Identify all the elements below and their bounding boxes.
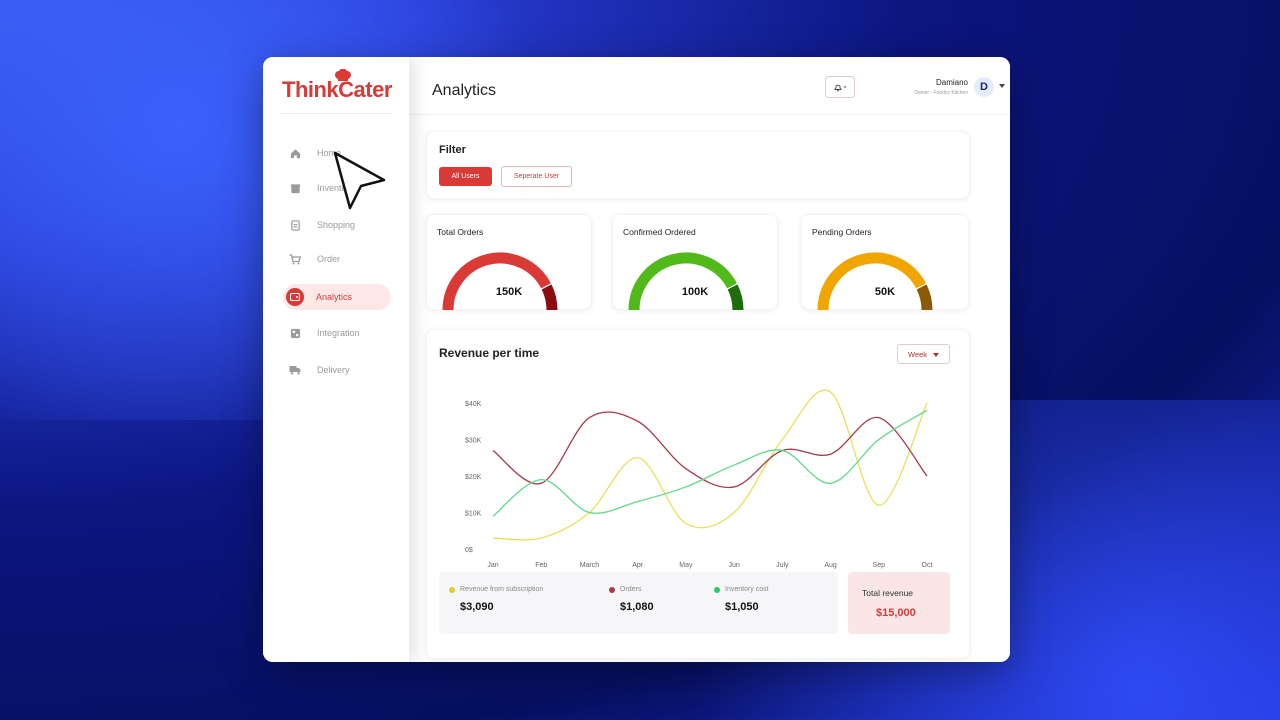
bell-icon [834,84,847,92]
period-select[interactable]: Week [897,344,950,364]
avatar[interactable]: D [974,77,994,97]
total-revenue-panel: Total revenue $15,000 [848,572,950,634]
revenue-line-chart: 0$ $10K $20K $30K $40K Jan Feb March Apr May Jun Ju… [465,389,933,569]
x-tick-label: Feb [535,562,547,569]
sidebar-item-order[interactable]: Order [283,246,391,272]
sidebar-item-analytics[interactable]: Analytics [283,284,391,310]
analytics-icon [286,288,304,306]
filter-title: Filter [439,144,466,156]
integration-icon [289,327,301,339]
x-tick-label: Jan [487,562,498,569]
legend-label: Orders [620,586,642,593]
total-revenue-value: $15,000 [876,607,916,619]
mouse-pointer-icon [333,151,386,210]
revenue-summary: Revenue from subscription $3,090 Orders … [439,572,838,634]
inventory-icon [289,182,301,194]
gauge-title: Confirmed Ordered [623,227,696,237]
gauge-fill-arc [628,252,738,310]
logo: ThinkCater [282,69,392,103]
gauge-value: 100K [681,286,709,298]
sidebar-item-integration[interactable]: Integration [283,320,391,346]
main-content: Analytics Damiano Owner - Foodcy Kitchen… [410,57,1010,662]
sidebar-item-label: Shopping [317,220,356,230]
user-name: Damiano [935,78,968,87]
y-tick-label: $10K [465,511,482,518]
x-tick-label: Jun [728,562,739,569]
x-tick-label: May [679,562,693,569]
legend-dot [449,587,455,593]
x-tick-label: Oct [922,562,933,569]
cart-icon [289,253,301,265]
sidebar-item-label: Integration [317,328,360,338]
all-users-button[interactable]: All Users [439,167,492,186]
legend-label: Revenue from subscription [460,586,544,593]
gauge-card-confirmed-ordered: Confirmed Ordered 100K [612,214,778,310]
home-icon [289,147,301,159]
gauge-chart [442,252,558,310]
sidebar-item-label: Delivery [317,365,350,375]
notifications-button[interactable] [825,76,855,98]
sidebar-item-shopping[interactable]: Shopping [283,212,391,238]
y-tick-label: $40K [465,401,482,408]
gauge-chart [628,252,744,310]
sidebar-item-label: Analytics [316,292,353,302]
y-tick-label: 0$ [465,547,473,554]
legend-dot [714,587,720,593]
chevron-down-icon [933,353,939,357]
divider [281,113,391,114]
legend-value: $1,080 [620,601,654,613]
separate-user-button[interactable]: Seperate User [501,166,572,187]
x-tick-label: Aug [824,562,837,569]
revenue-card: Revenue per time Week 0$ $10K $20K $30K $40K… [426,329,970,659]
sidebar-item-label: Order [317,254,341,264]
x-tick-label: July [776,562,789,569]
legend-dot [609,587,615,593]
y-tick-label: $20K [465,474,482,481]
gauge-value: 150K [495,286,523,298]
revenue-title: Revenue per time [439,346,540,360]
sidebar: ThinkCater Home Inventory Shopping Order… [263,57,410,662]
total-revenue-label: Total revenue [862,588,914,598]
chef-hat-icon [335,69,351,81]
x-tick-label: Sep [873,562,886,569]
gauge-value: 50K [874,286,896,298]
user-role: Owner - Foodcy Kitchen [914,90,968,96]
gauge-title: Total Orders [437,227,484,237]
gauge-card-pending-orders: Pending Orders 50K [801,214,969,310]
chevron-down-icon[interactable] [999,84,1005,88]
gauge-card-total-orders: Total Orders 150K [426,214,592,310]
y-tick-label: $30K [465,438,482,445]
delivery-icon [289,364,301,376]
gauge-chart [817,252,933,310]
sidebar-item-delivery[interactable]: Delivery [283,357,391,383]
series-line [492,409,928,517]
gauge-fill-arc [442,252,552,310]
page-title: Analytics [432,82,497,99]
gauge-title: Pending Orders [812,227,872,237]
top-bar: Analytics Damiano Owner - Foodcy Kitchen… [410,57,1010,115]
legend-label: Inventory cost [725,586,769,593]
filter-card: Filter All Users Seperate User [426,131,970,199]
period-select-value: Week [908,349,928,359]
legend-value: $1,050 [725,601,759,613]
shopping-icon [289,219,301,231]
legend-value: $3,090 [460,601,494,613]
x-tick-label: March [580,562,600,569]
gauge-fill-arc [817,252,927,310]
app-window: ThinkCater Home Inventory Shopping Order… [263,57,1010,662]
x-tick-label: Apr [632,562,644,569]
